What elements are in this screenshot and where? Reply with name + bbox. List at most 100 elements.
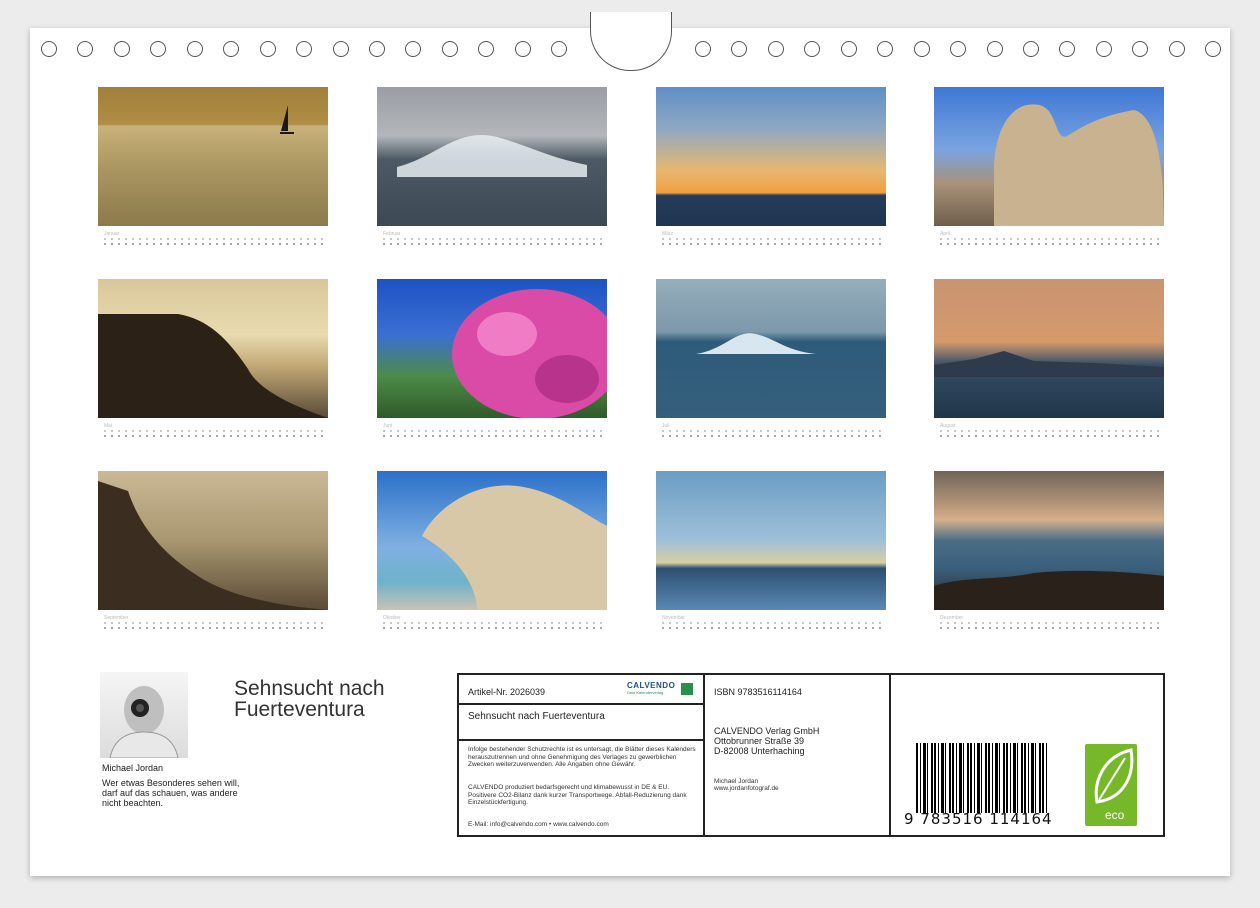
month-name: März xyxy=(662,231,674,237)
month-thumbnail-may: Mai xyxy=(98,279,328,439)
breaking-wave-photo xyxy=(377,87,607,226)
binding-hole xyxy=(333,41,349,57)
publisher-street: Ottobrunner Straße 39 xyxy=(714,736,805,746)
product-info-box: Artikel-Nr. 2026039 CALVENDO Dein Kalend… xyxy=(457,673,1165,837)
cliff-silhouette-photo xyxy=(98,279,328,418)
day-grid xyxy=(662,238,882,246)
cliff-shape xyxy=(98,314,328,418)
binding-hole xyxy=(114,41,130,57)
month-thumbnail-february: Februar xyxy=(377,87,607,247)
month-thumbnail-october: Oktober xyxy=(377,471,607,631)
binding-hole xyxy=(150,41,166,57)
divider xyxy=(889,675,891,835)
publisher-city: D-82008 Unterhaching xyxy=(714,746,805,756)
binding-hole xyxy=(1096,41,1112,57)
binding-hole xyxy=(260,41,276,57)
day-grid xyxy=(662,430,882,438)
day-grid xyxy=(104,622,324,630)
month-calendar-strip: März xyxy=(656,231,886,247)
day-grid xyxy=(104,238,324,246)
surf-sunset-photo xyxy=(934,471,1164,610)
binding-hole xyxy=(768,41,784,57)
month-calendar-strip: Januar xyxy=(98,231,328,247)
month-thumbnail-november: November xyxy=(656,471,886,631)
rock-formation-photo xyxy=(934,87,1164,226)
brand-mark-icon xyxy=(681,683,693,695)
divider xyxy=(703,675,705,835)
binding-hole xyxy=(187,41,203,57)
calvendo-logo: CALVENDO Dein Kalenderverlag xyxy=(627,681,697,695)
isbn-barcode xyxy=(916,743,1048,813)
publisher-name: CALVENDO Verlag GmbH xyxy=(714,726,820,736)
month-thumbnail-august: August xyxy=(934,279,1164,439)
barcode-digits: 9 783516 114164 xyxy=(904,810,1053,828)
article-number: Artikel-Nr. 2026039 xyxy=(468,687,546,697)
month-calendar-strip: Mai xyxy=(98,423,328,439)
day-grid xyxy=(383,622,603,630)
rock-shape xyxy=(994,104,1164,226)
bougainvillea-photo xyxy=(377,279,607,418)
author-name: Michael Jordan xyxy=(102,763,164,773)
binding-hole xyxy=(731,41,747,57)
photographer-website: www.jordanfotograf.de xyxy=(714,785,779,792)
binding-hole xyxy=(223,41,239,57)
binding-hole xyxy=(442,41,458,57)
dusk-mountains-photo xyxy=(934,279,1164,418)
month-calendar-strip: November xyxy=(656,615,886,631)
binding-hole xyxy=(1169,41,1185,57)
month-thumbnail-july: Juli xyxy=(656,279,886,439)
month-calendar-strip: Oktober xyxy=(377,615,607,631)
binding-hole xyxy=(551,41,567,57)
binding-hole xyxy=(950,41,966,57)
day-grid xyxy=(662,622,882,630)
month-calendar-strip: Juli xyxy=(656,423,886,439)
legal-notice: Infolge bestehender Schutzrechte ist es … xyxy=(468,746,696,768)
month-name: November xyxy=(662,615,686,621)
binding-hole xyxy=(478,41,494,57)
day-grid xyxy=(940,430,1160,438)
month-name: August xyxy=(940,423,956,429)
month-name: Juni xyxy=(383,423,393,429)
month-name: Februar xyxy=(383,231,401,237)
binding-hole xyxy=(1205,41,1221,57)
month-name: Mai xyxy=(104,423,113,429)
author-portrait xyxy=(100,672,188,759)
binding-hole xyxy=(695,41,711,57)
cliff-shape xyxy=(98,481,328,610)
day-grid xyxy=(383,238,603,246)
binding-hole xyxy=(1059,41,1075,57)
isbn: ISBN 9783516114164 xyxy=(714,687,802,697)
binding-hole xyxy=(841,41,857,57)
divider xyxy=(459,703,703,705)
calendar-title: Sehnsucht nach Fuerteventura xyxy=(234,677,385,721)
binding-hole xyxy=(41,41,57,57)
month-calendar-strip: Juni xyxy=(377,423,607,439)
sandstone-rock-photo xyxy=(377,471,607,610)
binding-hole xyxy=(1132,41,1148,57)
month-calendar-strip: September xyxy=(98,615,328,631)
day-grid xyxy=(940,622,1160,630)
month-name: April xyxy=(940,231,951,237)
binding-hole xyxy=(405,41,421,57)
rocks-shape xyxy=(934,570,1164,610)
binding-hole xyxy=(804,41,820,57)
binding-hole xyxy=(877,41,893,57)
month-calendar-strip: Februar xyxy=(377,231,607,247)
rock-shape xyxy=(422,485,607,610)
binding-hole xyxy=(296,41,312,57)
divider xyxy=(459,739,703,741)
month-name: Dezember xyxy=(940,615,964,621)
month-calendar-strip: Dezember xyxy=(934,615,1164,631)
month-name: Januar xyxy=(104,231,120,237)
eco-label: eco xyxy=(1105,808,1125,822)
sailboat-icon xyxy=(280,105,294,134)
author-quote: Wer etwas Besonderes sehen will, darf au… xyxy=(102,778,240,808)
month-thumbnail-june: Juni xyxy=(377,279,607,439)
calm-sea-photo xyxy=(656,471,886,610)
month-thumbnail-march: März xyxy=(656,87,886,247)
binding-holes xyxy=(0,0,1260,80)
binding-hole xyxy=(77,41,93,57)
month-calendar-strip: April xyxy=(934,231,1164,247)
binding-hole xyxy=(1023,41,1039,57)
month-name: Juli xyxy=(662,423,670,429)
